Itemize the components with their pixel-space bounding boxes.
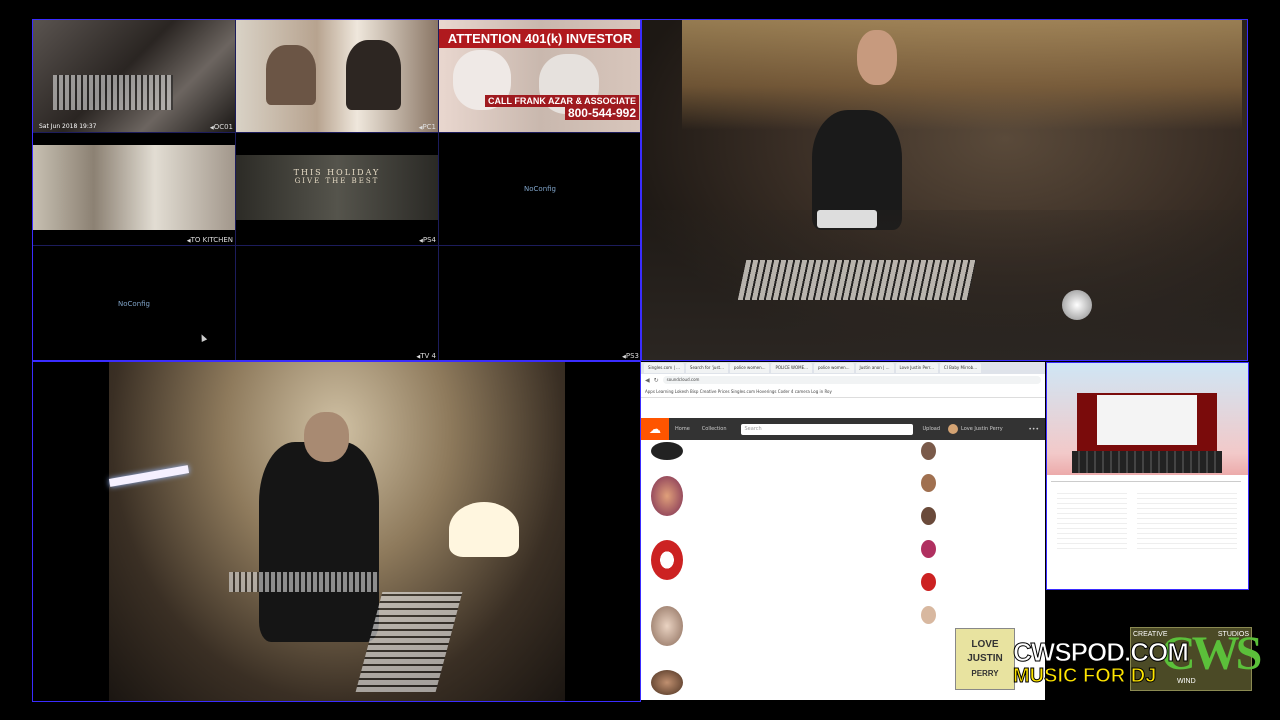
browser-tab[interactable]: Love Justin Perr... [895, 363, 938, 373]
back-icon[interactable]: ◀ [645, 377, 650, 384]
nav-home[interactable]: Home [669, 426, 696, 432]
ad-phone: 800-544-992 [564, 106, 639, 120]
suggestion-item[interactable] [921, 606, 1025, 624]
bookmarks-bar: Apps Learning Lokesh Bisp Creative Price… [641, 386, 1045, 398]
camera-cell-empty-b[interactable]: NoConfig [33, 246, 236, 360]
love-line: LOVE [971, 639, 999, 650]
suggestion-item[interactable] [921, 573, 1025, 591]
camera-cell-kitchen[interactable]: TO KITCHEN [33, 133, 236, 246]
cam-timestamp: Sat Jun 2018 19:37 [39, 123, 97, 130]
browser-tab[interactable]: POLICE WOME... [771, 363, 812, 373]
suggestion-item[interactable] [921, 474, 1025, 492]
list-item[interactable] [651, 442, 683, 460]
perry-line: PERRY [971, 669, 999, 678]
studio-camera-main [641, 19, 1248, 361]
camera-cell-tv4[interactable]: TV 4 [236, 246, 439, 360]
search-input[interactable]: Search [740, 423, 913, 435]
wind-text: WIND [1177, 678, 1196, 685]
cam-label: PS3 [622, 352, 639, 360]
studio-camera-second [32, 361, 641, 702]
spreadsheet-capture [1047, 475, 1248, 589]
cam-label: TV 4 [416, 352, 436, 360]
holiday-line-2: GIVE THE BEST [294, 177, 380, 185]
music-for-dj-tagline: MUSIC FOR DJ [1012, 665, 1157, 688]
camera-cell-ad[interactable]: ATTENTION 401(k) INVESTOR CALL FRANK AZA… [439, 20, 640, 133]
soundcloud-header: ☁ Home Collection Search Upload Love Jus… [641, 418, 1045, 440]
cam-label: OC01 [210, 123, 233, 131]
browser-tab[interactable]: police women... [813, 363, 854, 373]
list-item[interactable] [651, 540, 683, 580]
browser-tab[interactable]: Search for 'just... [685, 363, 728, 373]
browser-tab[interactable]: Justin anon | ... [855, 363, 894, 373]
browser-tabs: Singles.com | ... Search for 'just... po… [641, 362, 1045, 374]
upload-link[interactable]: Upload [923, 426, 941, 432]
browser-tab[interactable]: CI Baby Mirrob... [939, 363, 982, 373]
camera-cell-ps3[interactable]: PS3 [439, 246, 640, 360]
camera-cell-pc1[interactable]: PC1 [236, 20, 439, 133]
broadcast-screen: { "grid": { "cam1_label": "OC01", "cam1_… [0, 0, 1280, 720]
noconfig-label: NoConfig [118, 299, 150, 308]
camera-cell-empty-a[interactable]: NoConfig [439, 133, 640, 246]
cwspod-title: CWSPOD.COM [1013, 637, 1190, 668]
browser-tab[interactable]: Singles.com | ... [644, 363, 684, 373]
cam-label: PS4 [419, 236, 436, 244]
suggestion-item[interactable] [921, 540, 1025, 558]
more-menu[interactable]: ••• [1028, 426, 1039, 433]
camera-cell-studio[interactable]: Sat Jun 2018 19:37 OC01 [33, 20, 236, 133]
list-item[interactable] [651, 476, 683, 516]
suggestion-item[interactable] [921, 442, 1025, 460]
avatar [948, 424, 959, 434]
holiday-line-1: THIS HOLIDAY [293, 168, 381, 177]
url-field[interactable]: soundcloud.com [662, 376, 1041, 384]
holiday-ad-text: THIS HOLIDAY GIVE THE BEST [236, 168, 438, 185]
love-justin-perry-logo: LOVE JUSTIN PERRY [955, 628, 1015, 690]
camera-cell-ps4[interactable]: THIS HOLIDAY GIVE THE BEST PS4 [236, 133, 439, 246]
cam-label: TO KITCHEN [187, 236, 233, 244]
noconfig-label: NoConfig [524, 185, 556, 193]
list-item[interactable] [651, 606, 683, 646]
suggestion-item[interactable] [921, 507, 1025, 525]
user-menu[interactable]: Love Justin Perry [948, 424, 1003, 434]
browser-tab[interactable]: police women... [729, 363, 770, 373]
studios-text: STUDIOS [1217, 631, 1249, 638]
justin-line: JUSTIN [967, 653, 1003, 664]
mouse-cursor-icon [198, 333, 208, 342]
user-name: Love Justin Perry [961, 426, 1003, 432]
cam-label: PC1 [419, 123, 436, 131]
reload-icon[interactable]: ↻ [654, 377, 659, 384]
soundcloud-logo-icon[interactable]: ☁ [641, 418, 669, 440]
ad-title: ATTENTION 401(k) INVESTOR [439, 29, 640, 48]
camera-grid: Sat Jun 2018 19:37 OC01 PC1 ATTENTION 40… [32, 19, 641, 361]
address-bar-row: ◀ ↻ soundcloud.com [641, 374, 1045, 386]
nav-collection[interactable]: Collection [696, 426, 733, 432]
list-item[interactable] [651, 670, 683, 695]
secondary-capture [1046, 362, 1249, 590]
